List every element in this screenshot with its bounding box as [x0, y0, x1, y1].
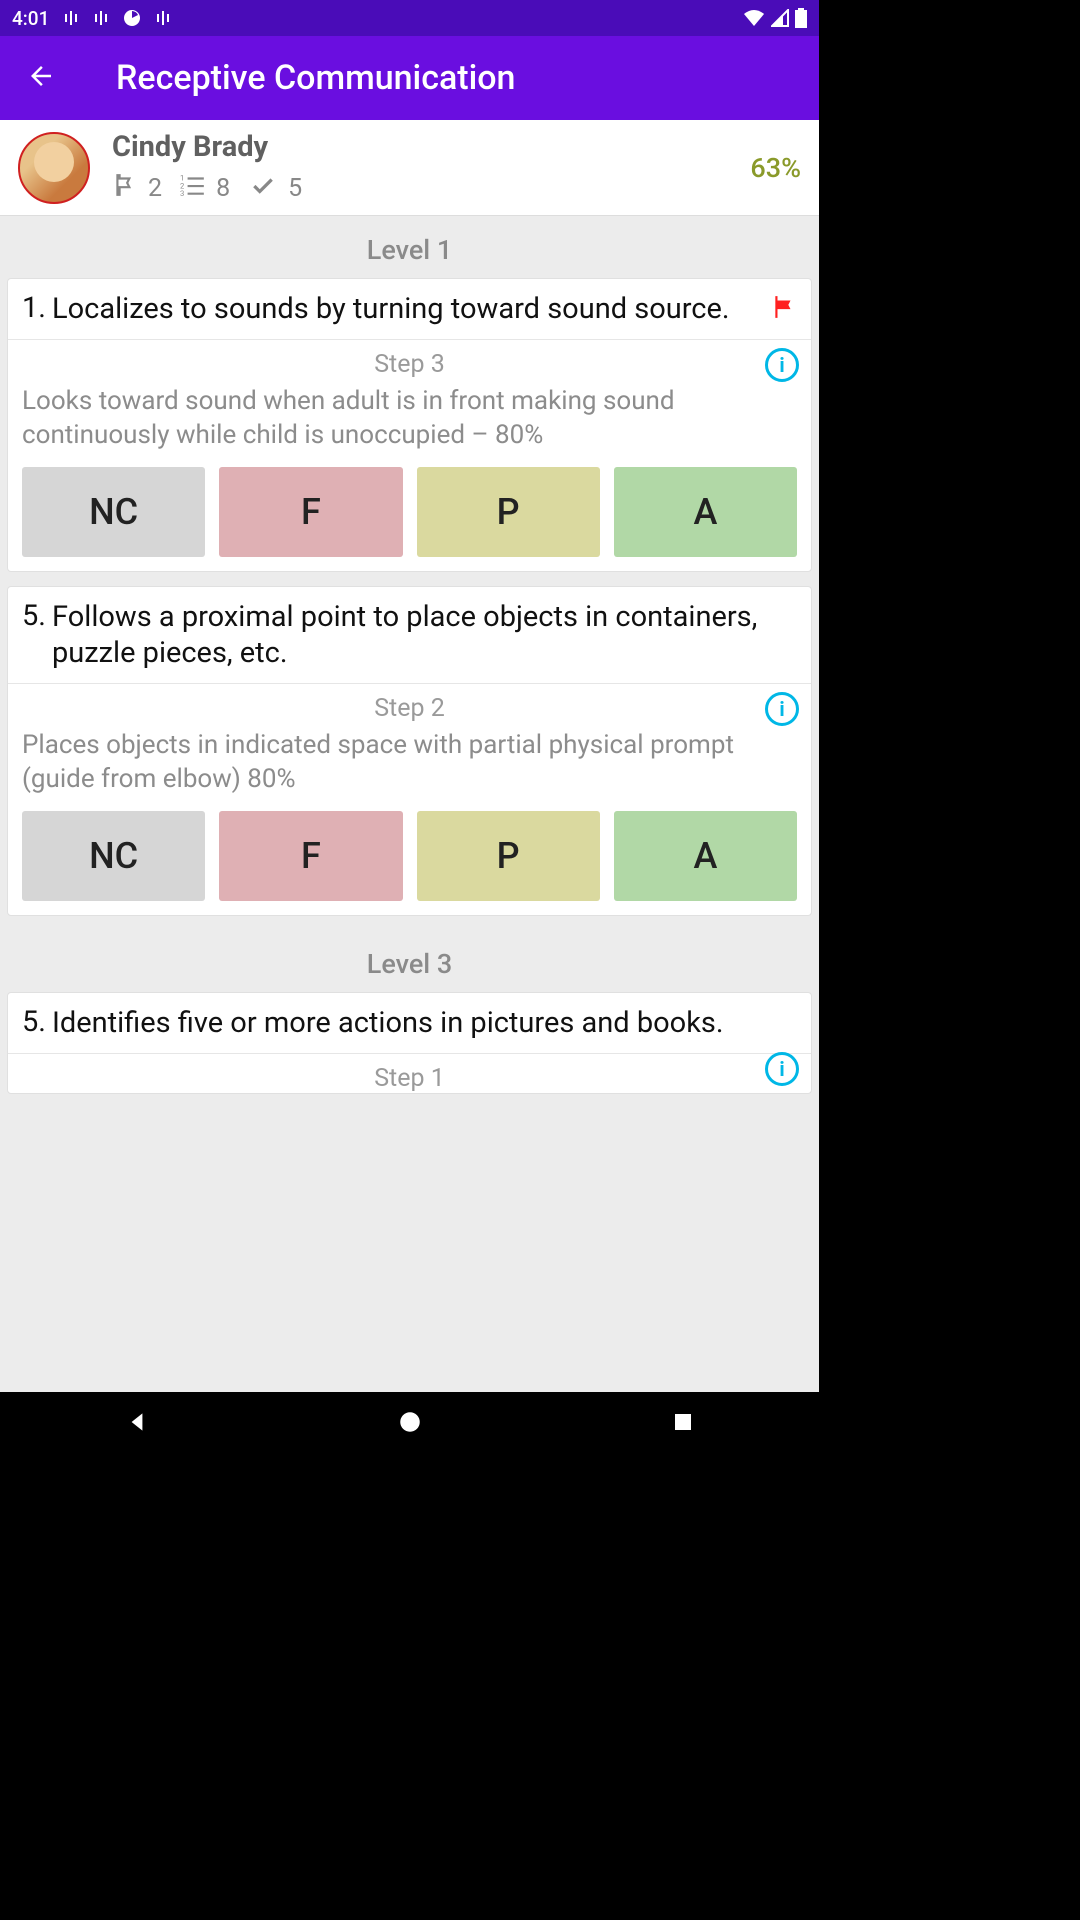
checks-count: 5 — [248, 172, 302, 205]
item-card: 5. Identifies five or more actions in pi… — [7, 992, 812, 1094]
avatar[interactable] — [18, 132, 90, 204]
nav-recent-icon[interactable] — [671, 1410, 695, 1438]
nav-back-icon[interactable] — [124, 1409, 150, 1439]
item-number: 5. — [22, 1005, 52, 1039]
wifi-icon — [743, 9, 765, 27]
level-header: Level 3 — [0, 930, 819, 992]
score-button-p[interactable]: P — [417, 811, 600, 901]
mic-icon — [63, 10, 79, 26]
info-icon[interactable]: i — [765, 1052, 799, 1086]
student-name: Cindy Brady — [112, 130, 750, 164]
mic-icon — [93, 10, 109, 26]
flag-icon — [112, 172, 138, 205]
score-button-p[interactable]: P — [417, 467, 600, 557]
page-title: Receptive Communication — [116, 58, 515, 98]
level-header: Level 1 — [0, 216, 819, 278]
score-button-a[interactable]: A — [614, 467, 797, 557]
back-button[interactable] — [26, 61, 56, 95]
status-time: 4:01 — [12, 7, 49, 30]
score-button-a[interactable]: A — [614, 811, 797, 901]
step-label: Step 1 — [374, 1064, 445, 1093]
item-text: Localizes to sounds by turning toward so… — [52, 291, 763, 327]
battery-icon — [795, 8, 807, 28]
score-button-f[interactable]: F — [219, 811, 402, 901]
flag-count: 2 — [112, 172, 162, 205]
score-button-f[interactable]: F — [219, 467, 402, 557]
svg-text:3: 3 — [180, 189, 184, 198]
step-description: Looks toward sound when adult is in fron… — [8, 379, 811, 453]
status-bar: 4:01 — [0, 0, 819, 36]
clock-icon — [123, 9, 141, 27]
info-icon[interactable]: i — [765, 348, 799, 382]
flag-icon[interactable] — [771, 293, 797, 325]
step-label: Step 3 — [22, 350, 797, 379]
item-card: 5. Follows a proximal point to place obj… — [7, 586, 812, 916]
nav-home-icon[interactable] — [397, 1409, 423, 1439]
score-button-nc[interactable]: NC — [22, 811, 205, 901]
item-number: 1. — [22, 291, 52, 325]
item-text: Identifies five or more actions in pictu… — [52, 1005, 797, 1041]
item-number: 5. — [22, 599, 52, 633]
step-description: Places objects in indicated space with p… — [8, 723, 811, 797]
list-icon: 123 — [180, 172, 206, 205]
check-icon — [248, 172, 278, 205]
student-header: Cindy Brady 2 123 8 5 63% — [0, 120, 819, 216]
app-bar: Receptive Communication — [0, 36, 819, 120]
mic-icon — [155, 10, 171, 26]
system-nav-bar — [0, 1392, 819, 1456]
signal-icon — [771, 9, 789, 27]
overall-percent: 63% — [750, 152, 801, 184]
steps-count: 123 8 — [180, 172, 230, 205]
item-card: 1. Localizes to sounds by turning toward… — [7, 278, 812, 572]
score-button-nc[interactable]: NC — [22, 467, 205, 557]
step-label: Step 2 — [22, 694, 797, 723]
item-text: Follows a proximal point to place object… — [52, 599, 797, 672]
